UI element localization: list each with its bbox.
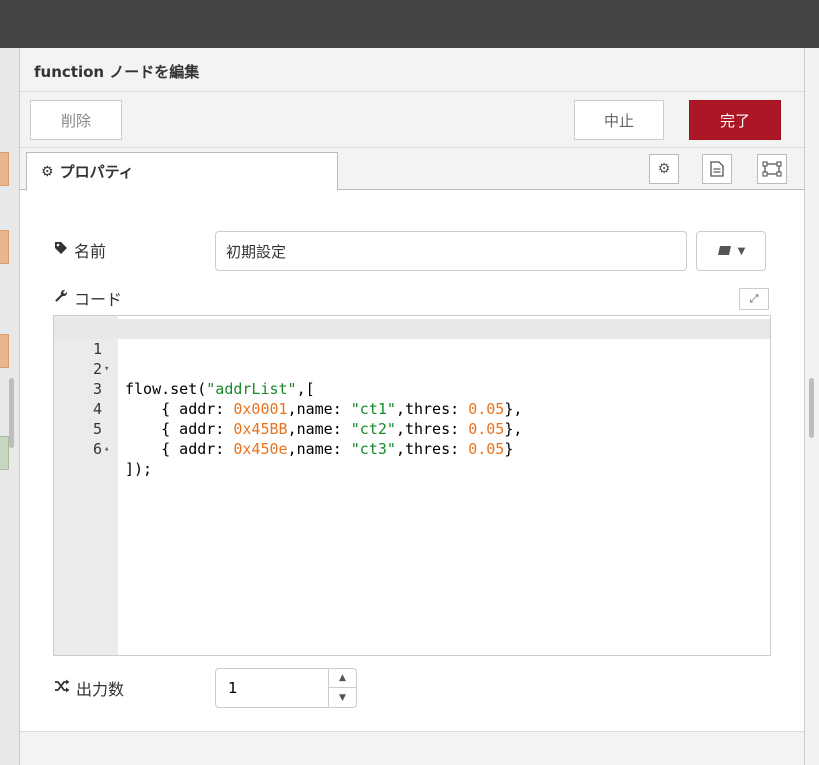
code-line[interactable]: 5 ▴ ]);: [54, 399, 770, 478]
settings-tab-button[interactable]: ⚙: [649, 154, 679, 184]
expand-editor-button[interactable]: ⤢: [739, 288, 769, 310]
tag-icon: [54, 241, 68, 259]
node-icon-picker[interactable]: ▼: [696, 231, 766, 271]
right-scrollbar[interactable]: [809, 378, 814, 438]
name-input[interactable]: [215, 231, 687, 271]
line-number: 6: [92, 440, 102, 458]
tray-header: function ノードを編集: [20, 48, 804, 92]
canvas-node-fragment[interactable]: [0, 436, 9, 470]
tray-title: function ノードを編集: [34, 63, 200, 81]
outputs-label-text: 出力数: [76, 680, 125, 699]
document-icon: [710, 161, 724, 177]
gear-icon: ⚙: [657, 161, 671, 177]
appearance-tab-button[interactable]: [757, 154, 787, 184]
expand-icon: ⤢: [749, 292, 759, 305]
code-line[interactable]: 6: [54, 419, 770, 458]
outputs-label: 出力数: [54, 676, 124, 700]
tab-properties-label: プロパティ: [59, 163, 134, 181]
caret-down-icon: ▼: [737, 245, 746, 257]
cancel-button[interactable]: 中止: [574, 100, 664, 140]
code-line[interactable]: 2 { addr: 0x0001,name: "ct1",thres: 0.05…: [54, 339, 770, 418]
app-header: [0, 0, 819, 48]
frame-icon: [762, 161, 782, 177]
delete-button[interactable]: 削除: [30, 100, 122, 140]
done-button[interactable]: 完了: [689, 100, 781, 140]
wrench-icon: [54, 289, 68, 307]
outputs-stepper[interactable]: 1 ▲ ▼: [215, 668, 357, 708]
shuffle-icon: [54, 679, 70, 697]
description-tab-button[interactable]: [702, 154, 732, 184]
code-label: コード: [54, 286, 122, 310]
canvas-scrollbar[interactable]: [9, 378, 14, 448]
tray-footer: [20, 731, 804, 765]
outputs-value[interactable]: 1: [228, 679, 238, 697]
workspace-canvas-edge: [0, 48, 20, 765]
tab-bar: ⚙ プロパティ ⚙: [20, 148, 804, 191]
stepper-down-button[interactable]: ▼: [329, 688, 356, 707]
edit-tray: function ノードを編集 削除 中止 完了 ⚙ プロパティ ⚙ 名前 初期…: [20, 48, 804, 765]
code-line[interactable]: 1 ▾ flow.set("addrList",[: [54, 319, 770, 398]
code-editor[interactable]: 1 ▾ flow.set("addrList",[ 2 { addr: 0x00…: [53, 315, 771, 656]
chevron-down-icon: ▼: [339, 692, 346, 703]
stepper-arrows: ▲ ▼: [328, 669, 356, 707]
canvas-node-fragment[interactable]: [0, 230, 9, 264]
tab-properties[interactable]: ⚙ プロパティ: [26, 152, 338, 191]
gear-icon: ⚙: [41, 163, 54, 180]
code-label-text: コード: [74, 290, 123, 309]
code-line[interactable]: 4 { addr: 0x450e,name: "ct3",thres: 0.05…: [54, 379, 770, 458]
book-icon: [717, 246, 731, 255]
name-label: 名前: [54, 238, 106, 262]
canvas-node-fragment[interactable]: [0, 152, 9, 186]
chevron-up-icon: ▲: [339, 673, 346, 683]
right-panel-edge: [804, 48, 819, 765]
name-label-text: 名前: [74, 242, 107, 261]
canvas-node-fragment[interactable]: [0, 334, 9, 368]
code-line[interactable]: 3 { addr: 0x45BB,name: "ct2",thres: 0.05…: [54, 359, 770, 438]
code-text: ]);: [125, 460, 153, 478]
stepper-up-button[interactable]: ▲: [329, 669, 356, 688]
code-text: { addr: 0x450e,name: "ct3",thres: 0.05}: [125, 440, 514, 458]
tray-toolbar: 削除 中止 完了: [20, 92, 804, 148]
